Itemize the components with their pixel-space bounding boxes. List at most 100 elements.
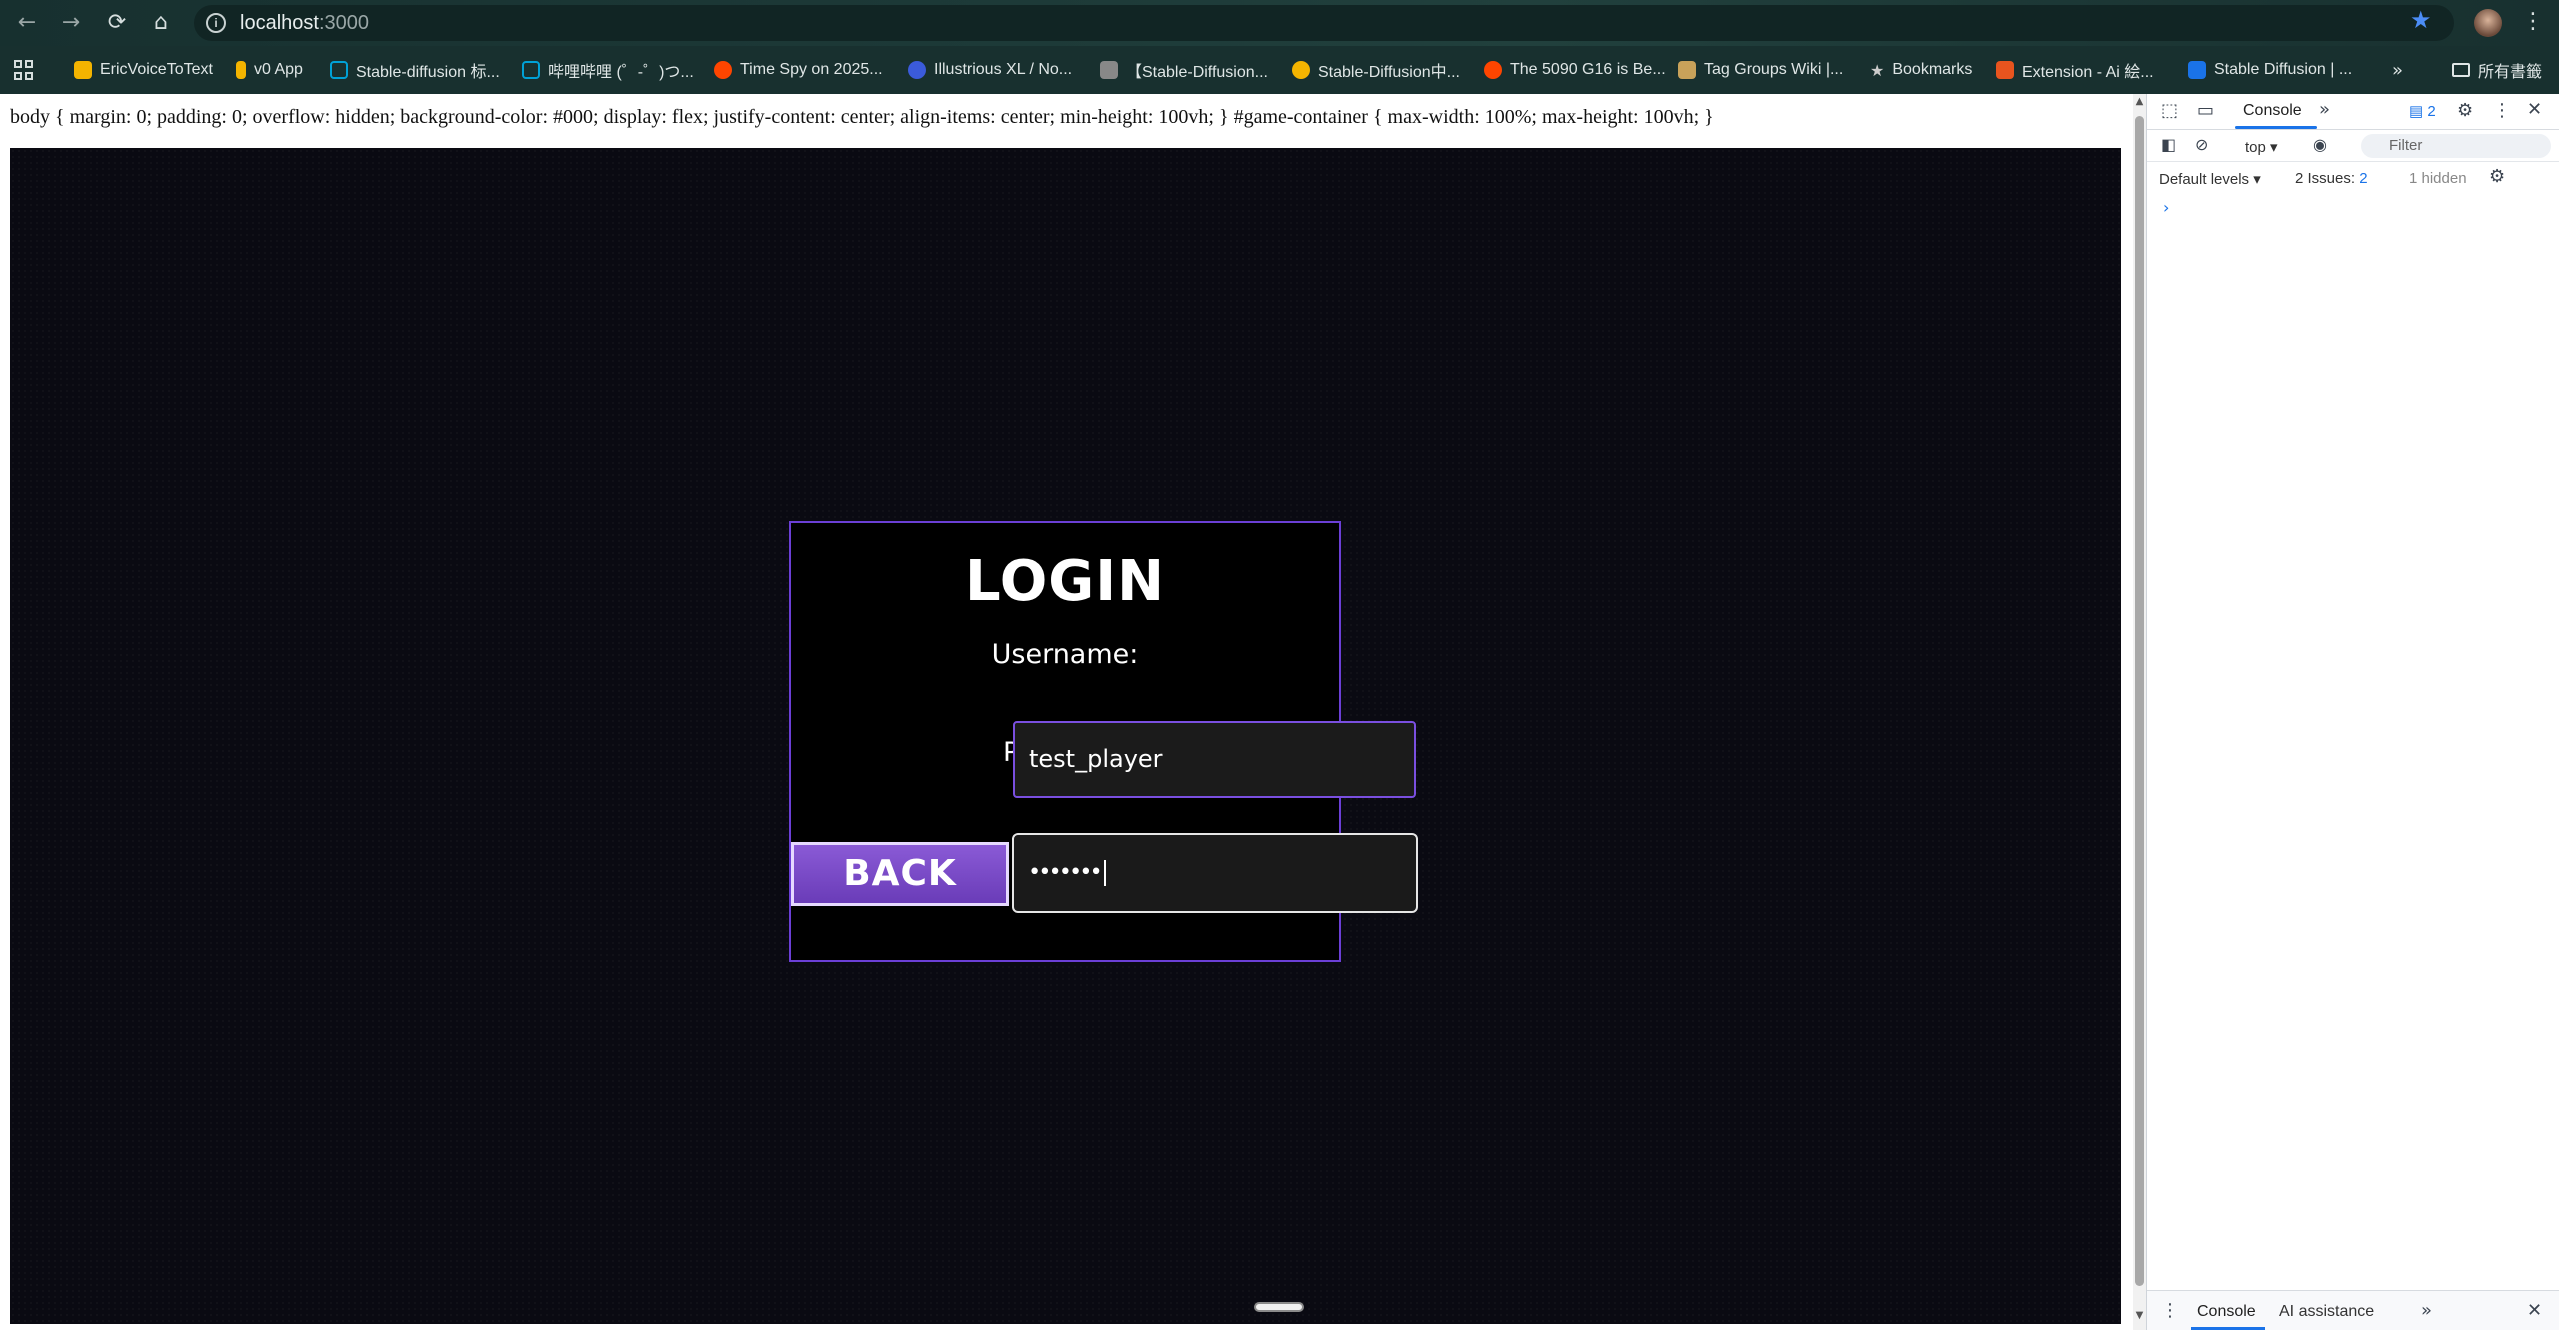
back-arrow-icon[interactable]: ← [12,8,42,38]
bookmark-label: Stable Diffusion | ... [2214,61,2353,78]
bookmark-item[interactable]: Stable-diffusion 标... [330,58,500,82]
issues-badge-count: 2 [2427,103,2436,120]
devtools-menu-icon[interactable]: ⋮ [2493,100,2511,121]
bookmark-item[interactable]: EricVoiceToText [74,58,213,82]
folder-icon [2452,63,2470,77]
active-tab-indicator [2235,126,2317,129]
chevron-down-icon: ▾ [2270,139,2278,156]
settings-gear-icon[interactable]: ⚙ [2457,100,2473,121]
login-title: LOGIN [965,549,1165,614]
url-text: localhost:3000 [240,12,369,35]
scroll-up-arrow-icon[interactable]: ▲ [2133,96,2146,110]
bookmark-label: Illustrious XL / No... [934,61,1073,78]
tab-console[interactable]: Console [2243,102,2302,120]
bookmark-label: Tag Groups Wiki |... [1704,61,1844,78]
url-port: :3000 [318,12,369,34]
drawer-tabbar: ⋮ Console AI assistance » ✕ [2147,1290,2559,1330]
bookmark-item[interactable]: Time Spy on 2025... [714,58,883,82]
drawer-menu-icon[interactable]: ⋮ [2161,1300,2179,1321]
reload-icon[interactable]: ⟳ [102,8,132,38]
bookmark-label: 【Stable-Diffusion... [1126,64,1268,81]
live-expression-eye-icon[interactable]: ◉ [2313,135,2327,154]
page-scrollbar[interactable]: ▲ ▼ [2133,94,2146,1330]
console-toolbar: ◧ ⊘ top ▾ ◉ Filter [2147,130,2559,162]
profile-avatar[interactable] [2474,9,2502,37]
browser-toolbar: ← → ⟳ ⌂ i localhost:3000 ★ ⋮ [0,0,2559,46]
bookmark-star-icon[interactable]: ★ [2410,6,2432,34]
forward-arrow-icon[interactable]: → [56,8,86,38]
back-button[interactable]: BACK [791,842,1009,906]
context-label: top [2245,139,2266,156]
bookmark-item[interactable]: Stable-Diffusion中... [1292,58,1460,82]
bookmark-item[interactable]: ★ Bookmarks [1870,58,1972,82]
close-devtools-icon[interactable]: ✕ [2527,99,2542,120]
bookmark-favicon-icon [330,61,348,79]
devtools-panel: ⬚ ▭ Console » ▤ 2 ⚙ ⋮ ✕ ◧ ⊘ top ▾ ◉ Filt… [2146,94,2559,1330]
scroll-down-arrow-icon[interactable]: ▼ [2133,1310,2146,1324]
bookmark-label: EricVoiceToText [100,61,213,78]
bookmark-label: 哔哩哔哩 (゜-゜)つ... [548,64,694,81]
sidebar-toggle-icon[interactable]: ◧ [2161,135,2176,154]
context-selector[interactable]: top ▾ [2245,138,2278,156]
console-prompt-icon[interactable]: › [2163,198,2169,217]
issues-badge[interactable]: ▤ 2 [2409,102,2436,120]
password-dots: ••••••• [1028,860,1103,885]
bookmark-favicon-icon [1484,61,1502,79]
bookmark-favicon-icon [1678,61,1696,79]
console-settings-icon[interactable]: ⚙ [2489,166,2505,187]
drawer-tab-ai-assistance[interactable]: AI assistance [2279,1303,2374,1321]
close-drawer-icon[interactable]: ✕ [2527,1300,2542,1321]
issues-count: 2 [2359,170,2368,187]
all-bookmarks-folder[interactable]: 所有書籤 [2452,58,2542,82]
bookmark-item[interactable]: Illustrious XL / No... [908,58,1072,82]
levels-label: Default levels [2159,171,2250,188]
address-bar[interactable]: i localhost:3000 [194,5,2454,41]
scroll-thumb[interactable] [2135,116,2144,1286]
home-icon[interactable]: ⌂ [146,8,176,38]
bookmarks-bar: EricVoiceToText v0 App Stable-diffusion … [0,46,2559,94]
password-input[interactable]: ••••••• [1012,833,1418,913]
bookmark-label: Stable-diffusion 标... [356,64,500,81]
star-icon: ★ [1870,60,1885,80]
message-icon: ▤ [2409,103,2424,120]
bookmark-label: Extension - Ai 絵... [2022,64,2154,81]
username-input[interactable]: test_player [1013,721,1416,798]
bookmark-favicon-icon [522,61,540,79]
console-levels-bar: Default levels ▾ 2 Issues: 2 1 hidden ⚙ [2147,162,2559,194]
bookmark-favicon-icon [908,61,926,79]
device-toolbar-icon[interactable]: ▭ [2197,100,2214,121]
browser-menu-icon[interactable]: ⋮ [2522,9,2544,34]
filter-placeholder: Filter [2389,137,2423,154]
bookmark-item[interactable]: Tag Groups Wiki |... [1678,58,1843,82]
bookmark-item[interactable]: 【Stable-Diffusion... [1100,58,1268,82]
bookmark-item[interactable]: v0 App [236,58,303,82]
resize-handle[interactable] [1254,1302,1304,1312]
all-bookmarks-label: 所有書籤 [2478,64,2543,81]
more-bookmarks-icon[interactable]: » [2392,58,2403,82]
bookmark-item[interactable]: 哔哩哔哩 (゜-゜)つ... [522,58,694,82]
bookmark-favicon-icon [236,61,246,79]
bookmark-item[interactable]: Stable Diffusion | ... [2188,58,2352,82]
bookmark-favicon-icon [1100,61,1118,79]
filter-input[interactable]: Filter [2361,134,2551,158]
bookmark-favicon-icon [1292,61,1310,79]
devtools-tabbar: ⬚ ▭ Console » ▤ 2 ⚙ ⋮ ✕ [2147,94,2559,130]
more-drawer-tabs-icon[interactable]: » [2421,1300,2432,1321]
bookmark-favicon-icon [714,61,732,79]
drawer-tab-console[interactable]: Console [2197,1303,2256,1321]
site-info-icon[interactable]: i [206,13,226,33]
bookmark-favicon-icon [2188,61,2206,79]
bookmark-label: v0 App [254,61,303,78]
bookmark-item[interactable]: The 5090 G16 is Be... [1484,58,1666,82]
issues-summary[interactable]: 2 Issues: 2 [2295,170,2368,187]
clear-console-icon[interactable]: ⊘ [2195,135,2208,154]
levels-dropdown[interactable]: Default levels ▾ [2159,170,2261,188]
more-tabs-icon[interactable]: » [2319,99,2330,120]
bookmark-item[interactable]: Extension - Ai 絵... [1996,58,2154,82]
bookmark-label: Time Spy on 2025... [740,61,883,78]
bookmark-label: Stable-Diffusion中... [1318,64,1460,81]
bookmark-favicon-icon [74,61,92,79]
apps-grid-icon[interactable] [14,60,34,80]
bookmark-label: Bookmarks [1892,61,1973,78]
inspect-element-icon[interactable]: ⬚ [2161,100,2178,121]
